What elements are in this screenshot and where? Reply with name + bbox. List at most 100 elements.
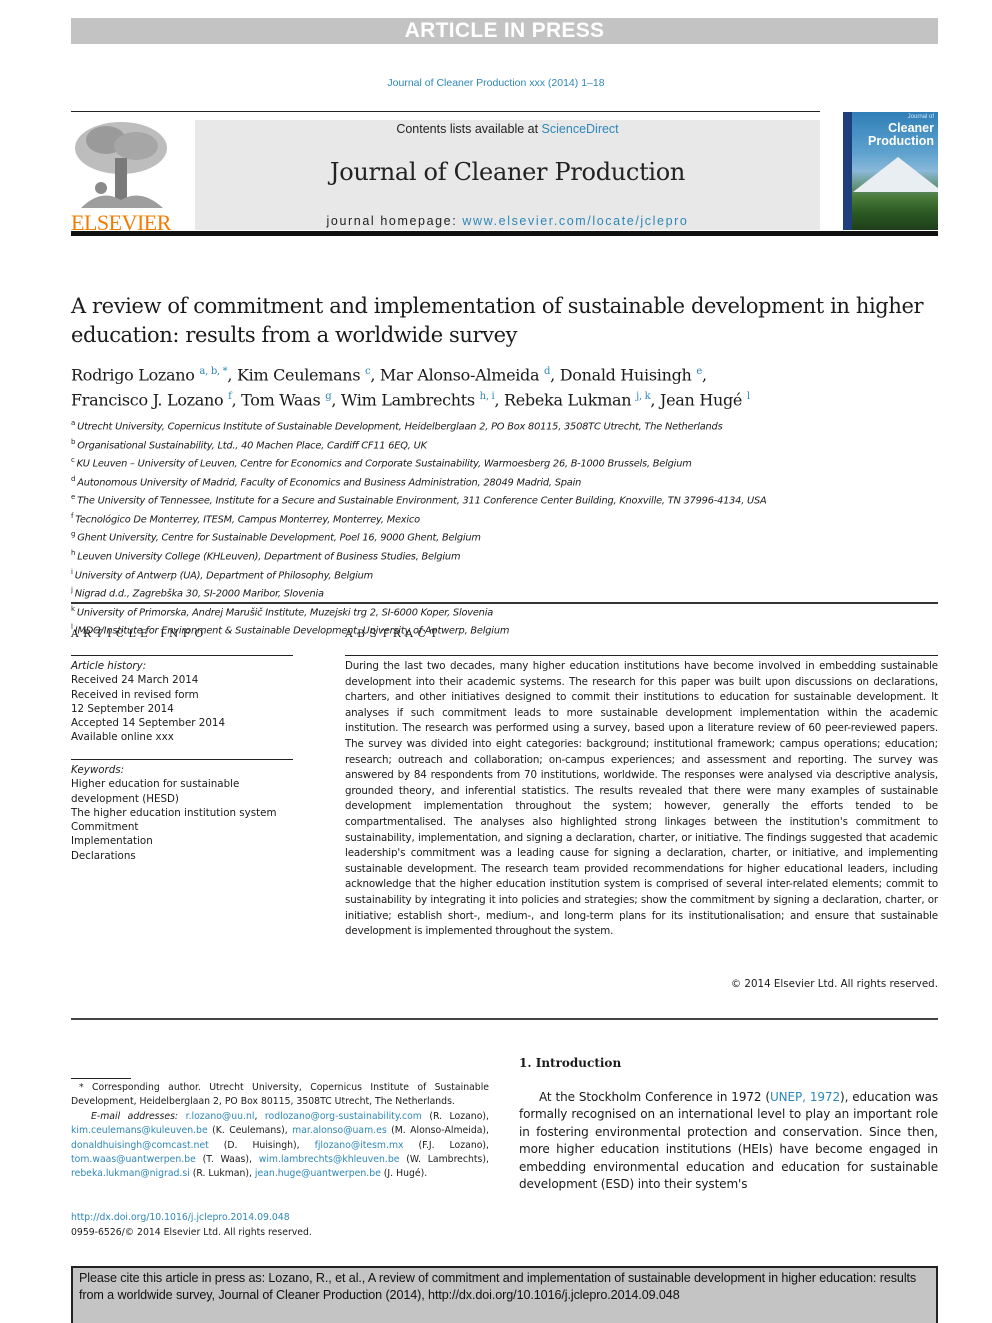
author-separator: , <box>494 390 505 410</box>
section-rule <box>71 602 938 604</box>
email-owner: (J. Hugé). <box>380 1168 428 1180</box>
email-owner: (F.J. Lozano), <box>403 1139 489 1151</box>
email-link[interactable]: r.lozano@uu.nl <box>186 1111 255 1122</box>
abstract-rule <box>345 655 938 656</box>
email-link[interactable]: jean.huge@uantwerpen.be <box>255 1168 381 1179</box>
affiliation-text: Ghent University, Centre for Sustainable… <box>77 532 481 544</box>
author-name: Francisco J. Lozano <box>71 390 229 410</box>
author-separator: , <box>227 365 237 385</box>
keyword-item: Implementation <box>71 835 153 848</box>
author-name: Kim Ceulemans <box>236 365 366 385</box>
affiliation-item: h Leuven University College (KHLeuven), D… <box>71 546 931 565</box>
affiliation-key: b <box>71 437 76 446</box>
author-list: Rodrigo Lozano a, b, *, Kim Ceulemans c,… <box>71 361 931 412</box>
email-link[interactable]: mar.alonso@uam.es <box>292 1125 387 1136</box>
author-affiliation-link[interactable]: h, i <box>480 391 495 402</box>
intro-text-before: At the Stockholm Conference in 1972 ( <box>539 1090 770 1104</box>
author-name: Jean Hugé <box>660 390 747 410</box>
introduction-heading: 1. Introduction <box>519 1056 622 1070</box>
email-owner: , <box>254 1110 265 1122</box>
email-link[interactable]: rebeka.lukman@nigrad.si <box>71 1168 190 1179</box>
keywords: Keywords: Higher education for sustainab… <box>71 763 296 863</box>
author-affiliation-link[interactable]: a, b, * <box>199 366 227 377</box>
history-item: Available online xxx <box>71 731 174 744</box>
author-name: Wim Lambrechts <box>340 390 480 410</box>
keywords-label: Keywords: <box>71 764 125 776</box>
email-owner: (D. Huisingh), <box>208 1139 315 1151</box>
elsevier-logo[interactable]: ELSEVIER <box>71 118 171 235</box>
keyword-item: Higher education for sustainable <box>71 778 240 791</box>
affiliation-text: Utrecht University, Copernicus Institute… <box>77 421 723 433</box>
affiliation-key: d <box>71 474 76 483</box>
affiliation-item: d Autonomous University of Madrid, Facult… <box>71 472 931 491</box>
affiliation-item: c KU Leuven – University of Leuven, Centr… <box>71 453 931 472</box>
affiliation-item: k University of Primorska, Andrej Marušič… <box>71 602 931 621</box>
doi-link[interactable]: http://dx.doi.org/10.1016/j.jclepro.2014… <box>71 1211 489 1226</box>
journal-homepage-link[interactable]: www.elsevier.com/locate/jclepro <box>462 214 688 228</box>
journal-header-box: Contents lists available at ScienceDirec… <box>195 120 820 230</box>
contents-prefix: Contents lists available at <box>396 122 542 136</box>
header-bottom-rule <box>71 231 938 236</box>
email-owner: (R. Lozano), <box>421 1110 489 1122</box>
corresponding-author-note: * Corresponding author. Utrecht Universi… <box>71 1082 489 1108</box>
keywords-rule <box>71 759 293 760</box>
email-link[interactable]: kim.ceulemans@kuleuven.be <box>71 1125 208 1136</box>
email-owner: (M. Alonso-Almeida), <box>386 1125 490 1137</box>
author-name: Donald Huisingh <box>559 365 697 385</box>
author-separator: , <box>701 365 707 385</box>
author-separator: , <box>331 390 341 410</box>
homepage-prefix: journal homepage: <box>326 214 463 228</box>
history-item: Received in revised form <box>71 688 199 701</box>
affiliation-item: g Ghent University, Centre for Sustainabl… <box>71 527 931 546</box>
email-link[interactable]: tom.waas@uantwerpen.be <box>71 1154 196 1165</box>
affiliation-item: b Organisational Sustainability, Ltd., 40… <box>71 435 931 454</box>
introduction-text: At the Stockholm Conference in 1972 (UNE… <box>519 1089 938 1193</box>
email-link[interactable]: fjlozano@itesm.mx <box>315 1140 404 1151</box>
footnote-rule <box>71 1078 131 1079</box>
cover-title-line-2: Production <box>868 134 934 148</box>
affiliation-key: f <box>71 511 74 520</box>
affiliation-key: e <box>71 493 76 502</box>
cover-small-text: Journal of <box>907 114 934 120</box>
header-top-rule <box>71 111 820 112</box>
affiliation-text: KU Leuven – University of Leuven, Centre… <box>76 458 692 470</box>
affiliation-list: a Utrecht University, Copernicus Institut… <box>71 416 931 639</box>
email-link[interactable]: wim.lambrechts@khleuven.be <box>259 1154 400 1165</box>
affiliation-text: Nigrad d.d., Zagrebška 30, SI-2000 Marib… <box>74 588 324 600</box>
author-affiliation-link[interactable]: j, k <box>636 391 651 402</box>
journal-cover-image[interactable]: Journal of Cleaner Production <box>843 112 938 230</box>
affiliation-key: i <box>71 567 73 576</box>
email-link[interactable]: rodlozano@org-sustainability.com <box>265 1111 422 1122</box>
abstract-text: During the last two decades, many higher… <box>345 660 938 938</box>
author-name: Tom Waas <box>241 390 326 410</box>
email-link[interactable]: donaldhuisingh@comcast.net <box>71 1140 209 1151</box>
sciencedirect-link[interactable]: ScienceDirect <box>542 122 619 136</box>
history-label: Article history: <box>71 660 147 672</box>
affiliation-key: g <box>71 530 76 539</box>
affiliation-item: i University of Antwerp (UA), Department … <box>71 565 931 584</box>
cover-mountain <box>853 157 938 192</box>
affiliation-text: Leuven University College (KHLeuven), De… <box>77 551 461 563</box>
history-item: Received 24 March 2014 <box>71 674 199 687</box>
affiliation-text: Tecnológico De Monterrey, ITESM, Campus … <box>75 514 420 526</box>
affiliation-key: c <box>71 456 75 465</box>
keyword-item: The higher education institution system <box>71 806 277 819</box>
cover-title: Cleaner Production <box>868 122 934 148</box>
affiliation-text: Autonomous University of Madrid, Faculty… <box>77 476 582 488</box>
article-info-rule <box>71 655 293 656</box>
article-info-heading: ARTICLE INFO <box>71 628 208 640</box>
contents-line: Contents lists available at ScienceDirec… <box>195 122 820 136</box>
issn-copyright: 0959-6526/© 2014 Elsevier Ltd. All right… <box>71 1226 312 1238</box>
article-in-press-banner: ARTICLE IN PRESS <box>71 18 938 44</box>
author-affiliation-link[interactable]: l <box>747 391 750 402</box>
unep-citation-link[interactable]: UNEP, 1972 <box>770 1090 840 1104</box>
history-list: Received 24 March 2014 Received in revise… <box>71 673 296 744</box>
affiliation-key: h <box>71 548 76 557</box>
affiliation-item: e The University of Tennessee, Institute … <box>71 490 931 509</box>
affiliation-text: University of Antwerp (UA), Department o… <box>74 569 374 581</box>
homepage-line: journal homepage: www.elsevier.com/locat… <box>195 214 820 228</box>
journal-reference-link[interactable]: Journal of Cleaner Production xxx (2014)… <box>0 77 992 89</box>
journal-title: Journal of Cleaner Production <box>329 158 686 186</box>
history-item: Accepted 14 September 2014 <box>71 717 226 730</box>
affiliation-text: Organisational Sustainability, Ltd., 40 … <box>77 439 427 451</box>
